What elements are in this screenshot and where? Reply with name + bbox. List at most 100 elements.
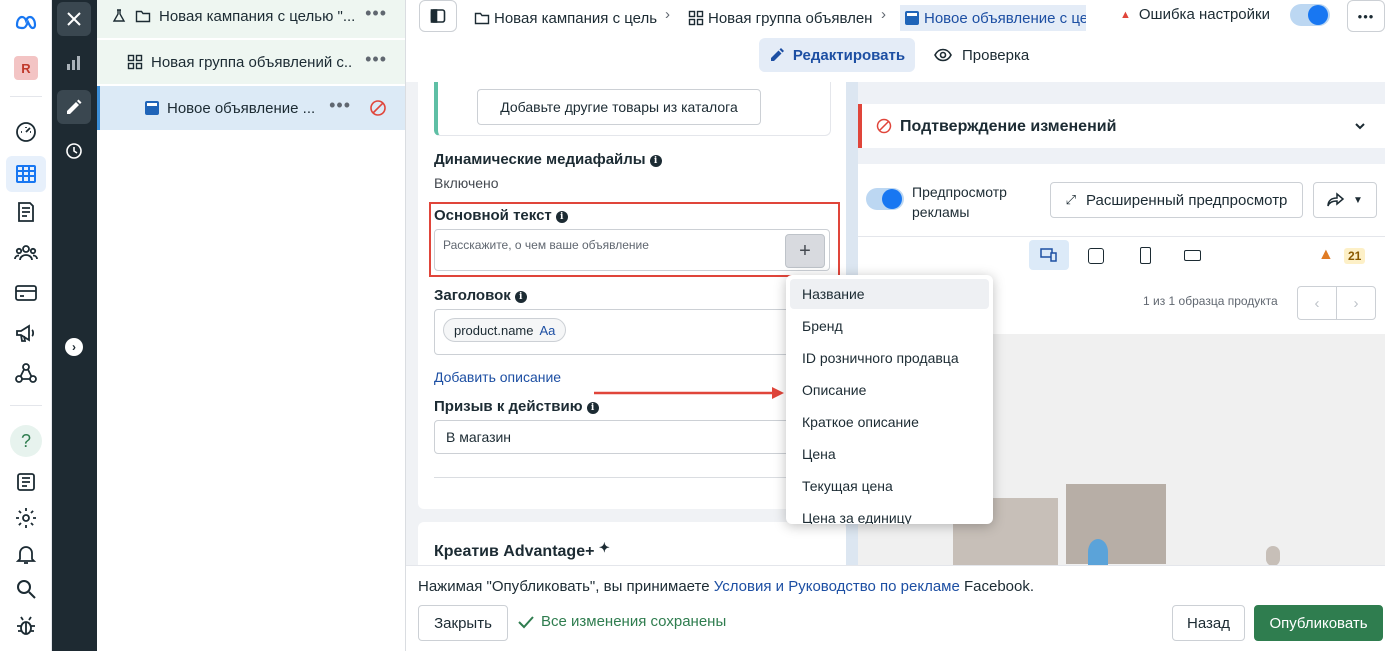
device-all-icon[interactable] — [1029, 240, 1069, 270]
flask-icon — [112, 9, 126, 22]
info-icon[interactable]: i — [586, 402, 599, 414]
tree-item-ad[interactable]: Новое объявление ... ••• — [97, 86, 405, 130]
meta-logo-icon[interactable] — [10, 6, 42, 38]
add-description-link[interactable]: Добавить описание — [434, 369, 561, 385]
rail-divider — [10, 96, 42, 97]
tree-item-campaign[interactable]: Новая кампания с целью "... ••• — [97, 0, 405, 38]
info-icon[interactable]: i — [649, 155, 662, 167]
illustration-shelf-icon — [1066, 484, 1166, 564]
breadcrumb-campaign[interactable]: Новая кампания с цель — [474, 6, 664, 30]
toggle-sidebar-button[interactable] — [419, 0, 457, 32]
ad-icon — [905, 11, 919, 25]
folder-icon — [135, 10, 151, 23]
tab-edit[interactable]: Редактировать — [759, 38, 915, 72]
warning-icon[interactable]: ▲ — [1318, 246, 1334, 264]
bug-icon[interactable] — [10, 610, 42, 642]
folder-icon — [474, 12, 490, 25]
close-icon[interactable] — [57, 2, 91, 36]
warning-triangle-icon: ▲ — [1120, 8, 1131, 21]
preview-divider — [858, 236, 1385, 237]
ad-preview-label: Предпросмотр рекламы — [912, 182, 1007, 222]
cta-select[interactable]: В магазин — [434, 420, 830, 454]
more-options-icon[interactable]: ••• — [365, 50, 387, 68]
setup-error-indicator[interactable]: ▲ Ошибка настройки — [1120, 6, 1270, 23]
confirm-changes-title: Подтверждение изменений — [900, 118, 1117, 135]
ads-manager-table-icon[interactable] — [6, 156, 46, 192]
info-icon[interactable]: i — [555, 211, 568, 223]
campaigns-megaphone-icon[interactable] — [10, 317, 42, 349]
account-avatar[interactable]: R — [10, 52, 42, 84]
primary-text-input[interactable]: Расскажите, о чем ваше объявление + — [434, 229, 830, 271]
terms-link[interactable]: Условия и Руководство по рекламе — [714, 578, 960, 595]
billing-icon[interactable] — [10, 277, 42, 309]
help-icon[interactable]: ? — [10, 425, 42, 457]
notifications-icon[interactable] — [10, 538, 42, 570]
history-clock-icon[interactable] — [57, 134, 91, 168]
editor-tool-column: › — [52, 0, 97, 651]
tree-item-adset[interactable]: Новая группа объявлений с... ••• — [97, 40, 405, 84]
audiences-icon[interactable] — [10, 237, 42, 269]
expand-arrows-icon: ⤢ — [1065, 192, 1076, 207]
reporting-chart-icon[interactable] — [57, 46, 91, 80]
device-landscape-icon[interactable] — [1184, 250, 1201, 261]
chip-aa-suffix: Aa — [539, 322, 556, 338]
breadcrumb-ad[interactable]: Новое объявление с цел — [900, 5, 1086, 31]
prev-sample-button[interactable]: ‹ — [1297, 286, 1337, 320]
publish-button[interactable]: Опубликовать — [1254, 605, 1383, 641]
chevron-down-icon[interactable] — [1353, 119, 1367, 133]
dashboard-icon[interactable] — [10, 116, 42, 148]
insert-field-plus-button[interactable]: + — [785, 234, 825, 268]
ad-preview-label-line-2: рекламы — [912, 204, 970, 220]
ad-status-toggle[interactable] — [1290, 4, 1330, 26]
hierarchy-icon[interactable] — [10, 357, 42, 389]
headline-heading: Заголовок i — [434, 287, 527, 304]
close-button[interactable]: Закрыть — [418, 605, 508, 641]
ad-icon — [145, 101, 159, 115]
sample-counter: 1 из 1 образца продукта — [1143, 294, 1278, 308]
grid-icon — [127, 54, 143, 70]
terms-text: Нажимая "Опубликовать", вы принимаете Ус… — [418, 578, 1034, 595]
sparkle-icon: ✦ — [598, 540, 610, 555]
more-options-icon[interactable]: ••• — [329, 96, 351, 114]
menu-item-price[interactable]: Цена — [790, 439, 989, 469]
caret-down-icon: ▼ — [1353, 194, 1363, 206]
menu-item-description[interactable]: Описание — [790, 375, 989, 405]
footer-bar: Нажимая "Опубликовать", вы принимаете Ус… — [406, 565, 1385, 651]
avatar-letter: R — [14, 56, 38, 80]
insert-field-dropdown: Название Бренд ID розничного продавца Оп… — [786, 275, 993, 524]
rail-divider — [10, 405, 42, 406]
menu-item-brand[interactable]: Бренд — [790, 311, 989, 341]
menu-item-retailer-id[interactable]: ID розничного продавца — [790, 343, 989, 373]
menu-item-current-price[interactable]: Текущая цена — [790, 471, 989, 501]
next-sample-button[interactable]: › — [1336, 286, 1376, 320]
menu-item-short-description[interactable]: Краткое описание — [790, 407, 989, 437]
menu-item-unit-price[interactable]: Цена за единицу — [790, 503, 989, 524]
product-name-chip[interactable]: product.name Aa — [443, 318, 567, 342]
setup-error-label: Ошибка настройки — [1138, 6, 1270, 23]
expand-panel-icon[interactable]: › — [57, 330, 91, 364]
error-prohibited-icon — [370, 100, 386, 116]
ad-preview-toggle[interactable] — [866, 188, 904, 210]
add-catalog-products-button[interactable]: Добавьте другие товары из каталога — [477, 89, 761, 125]
advanced-preview-button[interactable]: ⤢ Расширенный предпросмотр — [1050, 182, 1303, 218]
headline-input[interactable]: product.name Aa — [434, 309, 830, 355]
pages-icon[interactable] — [10, 196, 42, 228]
device-square-icon[interactable] — [1088, 248, 1104, 264]
confirm-changes-panel[interactable]: Подтверждение изменений — [858, 104, 1385, 148]
more-options-button[interactable]: ••• — [1347, 0, 1385, 32]
device-mobile-icon[interactable] — [1140, 247, 1151, 264]
menu-item-name[interactable]: Название — [790, 279, 989, 309]
breadcrumb-adset[interactable]: Новая группа объявлен — [688, 6, 874, 30]
share-preview-button[interactable]: ▼ — [1313, 182, 1377, 218]
info-icon[interactable]: i — [514, 291, 527, 303]
cta-select-value: В магазин — [446, 429, 512, 445]
tab-review[interactable]: Проверка — [934, 38, 1038, 72]
more-options-icon[interactable]: ••• — [365, 4, 387, 22]
edit-pencil-icon[interactable] — [57, 90, 91, 124]
news-icon[interactable] — [10, 466, 42, 498]
settings-icon[interactable] — [10, 502, 42, 534]
search-icon[interactable] — [10, 573, 42, 605]
saved-status: Все изменения сохранены — [518, 613, 726, 630]
terms-suffix: Facebook. — [959, 578, 1035, 595]
back-button[interactable]: Назад — [1172, 605, 1245, 641]
